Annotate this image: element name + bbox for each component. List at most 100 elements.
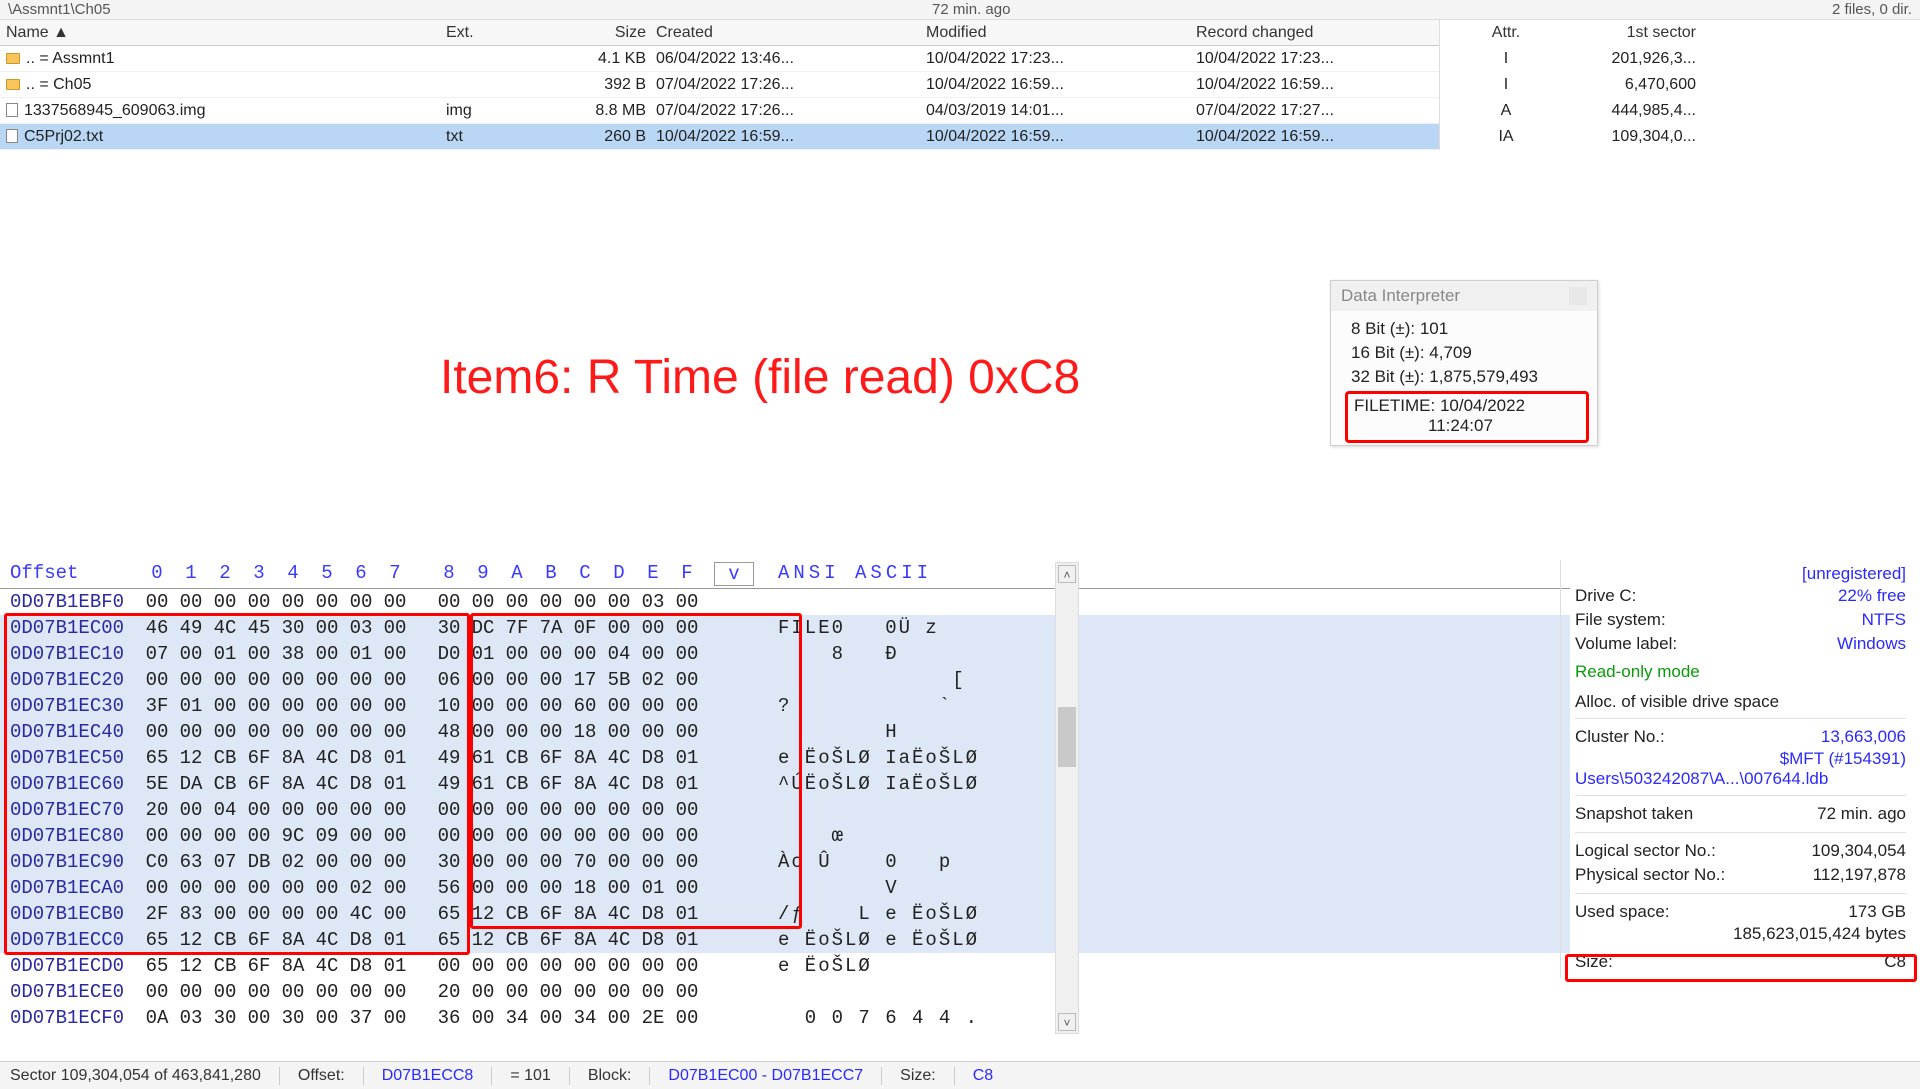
hex-byte[interactable]: D8: [344, 747, 378, 769]
hex-byte[interactable]: 4C: [310, 773, 344, 795]
hex-byte[interactable]: 00: [432, 955, 466, 977]
hex-byte[interactable]: 00: [432, 825, 466, 847]
hex-byte[interactable]: CB: [500, 773, 534, 795]
hex-byte[interactable]: 7F: [500, 617, 534, 639]
close-icon[interactable]: [1569, 287, 1587, 305]
hex-byte[interactable]: 2E: [636, 1007, 670, 1029]
hex-byte[interactable]: 01: [636, 877, 670, 899]
hex-byte[interactable]: 00: [378, 799, 412, 821]
hex-byte[interactable]: 00: [208, 591, 242, 613]
chevron-down-icon[interactable]: ˅: [1058, 1013, 1076, 1031]
hex-byte[interactable]: 03: [636, 591, 670, 613]
hex-byte[interactable]: 0A: [140, 1007, 174, 1029]
hex-byte[interactable]: 00: [670, 669, 704, 691]
hex-byte[interactable]: 8A: [568, 903, 602, 925]
hex-byte[interactable]: 6F: [242, 929, 276, 951]
hex-byte[interactable]: 00: [636, 721, 670, 743]
hex-byte[interactable]: 00: [242, 591, 276, 613]
hex-byte[interactable]: 00: [466, 669, 500, 691]
hex-byte[interactable]: 6F: [534, 929, 568, 951]
hex-byte[interactable]: 00: [140, 981, 174, 1003]
hex-byte[interactable]: 5E: [140, 773, 174, 795]
hex-byte[interactable]: 04: [602, 643, 636, 665]
hex-byte[interactable]: 00: [276, 903, 310, 925]
hex-byte[interactable]: 61: [466, 747, 500, 769]
hex-byte[interactable]: 00: [310, 799, 344, 821]
hex-byte[interactable]: 46: [140, 617, 174, 639]
hex-byte[interactable]: 00: [378, 591, 412, 613]
hex-row[interactable]: 0D07B1EC20000000000000000006000000175B02…: [0, 667, 1570, 693]
hex-byte[interactable]: 00: [466, 877, 500, 899]
hex-byte[interactable]: CB: [500, 903, 534, 925]
hex-byte[interactable]: 4C: [310, 747, 344, 769]
hex-byte[interactable]: 00: [174, 825, 208, 847]
hex-byte[interactable]: 03: [344, 617, 378, 639]
hex-byte[interactable]: 00: [534, 695, 568, 717]
hex-byte[interactable]: 00: [276, 799, 310, 821]
hex-byte[interactable]: DA: [174, 773, 208, 795]
hex-byte[interactable]: 00: [500, 981, 534, 1003]
hex-byte[interactable]: 18: [568, 721, 602, 743]
hex-byte[interactable]: 20: [432, 981, 466, 1003]
hex-row[interactable]: 0D07B1EC70200004000000000000000000000000…: [0, 797, 1570, 823]
hex-byte[interactable]: 00: [208, 669, 242, 691]
hex-byte[interactable]: 00: [602, 851, 636, 873]
hex-byte[interactable]: 00: [310, 981, 344, 1003]
hex-byte[interactable]: 6F: [534, 773, 568, 795]
hex-byte[interactable]: 0F: [568, 617, 602, 639]
hex-row[interactable]: 0D07B1ECC06512CB6F8A4CD8016512CB6F8A4CD8…: [0, 927, 1570, 953]
hex-byte[interactable]: 00: [670, 1007, 704, 1029]
chevron-up-icon[interactable]: ˄: [1058, 565, 1076, 583]
hex-byte[interactable]: 00: [310, 903, 344, 925]
hex-row[interactable]: 0D07B1EC80000000009C09000000000000000000…: [0, 823, 1570, 849]
hex-byte[interactable]: 00: [534, 1007, 568, 1029]
hex-byte[interactable]: 00: [276, 695, 310, 717]
hex-byte[interactable]: 6F: [242, 773, 276, 795]
hex-byte[interactable]: 00: [534, 851, 568, 873]
hex-byte[interactable]: D8: [344, 929, 378, 951]
hex-byte[interactable]: 00: [344, 981, 378, 1003]
hex-byte[interactable]: 2F: [140, 903, 174, 925]
hex-byte[interactable]: 01: [378, 773, 412, 795]
hex-byte[interactable]: 8A: [276, 929, 310, 951]
hex-byte[interactable]: 60: [568, 695, 602, 717]
hex-byte[interactable]: 00: [568, 825, 602, 847]
hex-byte[interactable]: D8: [636, 747, 670, 769]
hex-byte[interactable]: 00: [432, 591, 466, 613]
hex-byte[interactable]: 00: [242, 721, 276, 743]
hex-byte[interactable]: 48: [432, 721, 466, 743]
col-name[interactable]: Name ▲: [6, 24, 446, 42]
hex-byte[interactable]: 00: [140, 877, 174, 899]
hex-byte[interactable]: 00: [500, 695, 534, 717]
hex-byte[interactable]: 09: [310, 825, 344, 847]
hex-byte[interactable]: 4C: [602, 903, 636, 925]
hex-byte[interactable]: 00: [378, 617, 412, 639]
hex-byte[interactable]: 00: [466, 695, 500, 717]
hex-byte[interactable]: CB: [208, 929, 242, 951]
hex-row[interactable]: 0D07B1ECE0000000000000000020000000000000…: [0, 979, 1570, 1005]
hex-byte[interactable]: 00: [500, 955, 534, 977]
hex-byte[interactable]: 00: [310, 1007, 344, 1029]
hex-byte[interactable]: 00: [344, 825, 378, 847]
hex-byte[interactable]: 00: [568, 591, 602, 613]
hex-byte[interactable]: 7A: [534, 617, 568, 639]
hex-row[interactable]: 0D07B1EC506512CB6F8A4CD8014961CB6F8A4CD8…: [0, 745, 1570, 771]
hex-byte[interactable]: 00: [276, 981, 310, 1003]
hex-byte[interactable]: 49: [174, 617, 208, 639]
hex-row[interactable]: 0D07B1EBF0000000000000000000000000000003…: [0, 589, 1570, 615]
hex-byte[interactable]: 00: [602, 825, 636, 847]
hex-byte[interactable]: 00: [500, 643, 534, 665]
hex-byte[interactable]: 00: [242, 643, 276, 665]
hex-byte[interactable]: 4C: [344, 903, 378, 925]
hex-byte[interactable]: 30: [208, 1007, 242, 1029]
hex-byte[interactable]: 4C: [208, 617, 242, 639]
hex-byte[interactable]: 00: [670, 981, 704, 1003]
hex-byte[interactable]: 00: [242, 877, 276, 899]
hex-row[interactable]: 0D07B1ECF00A033000300037003600340034002E…: [0, 1005, 1570, 1031]
hex-byte[interactable]: 00: [208, 825, 242, 847]
hex-byte[interactable]: 00: [466, 721, 500, 743]
hex-byte[interactable]: 00: [534, 591, 568, 613]
hex-byte[interactable]: 07: [208, 851, 242, 873]
hex-byte[interactable]: 00: [174, 799, 208, 821]
data-interpreter-panel[interactable]: Data Interpreter 8 Bit (±): 101 16 Bit (…: [1330, 280, 1598, 446]
